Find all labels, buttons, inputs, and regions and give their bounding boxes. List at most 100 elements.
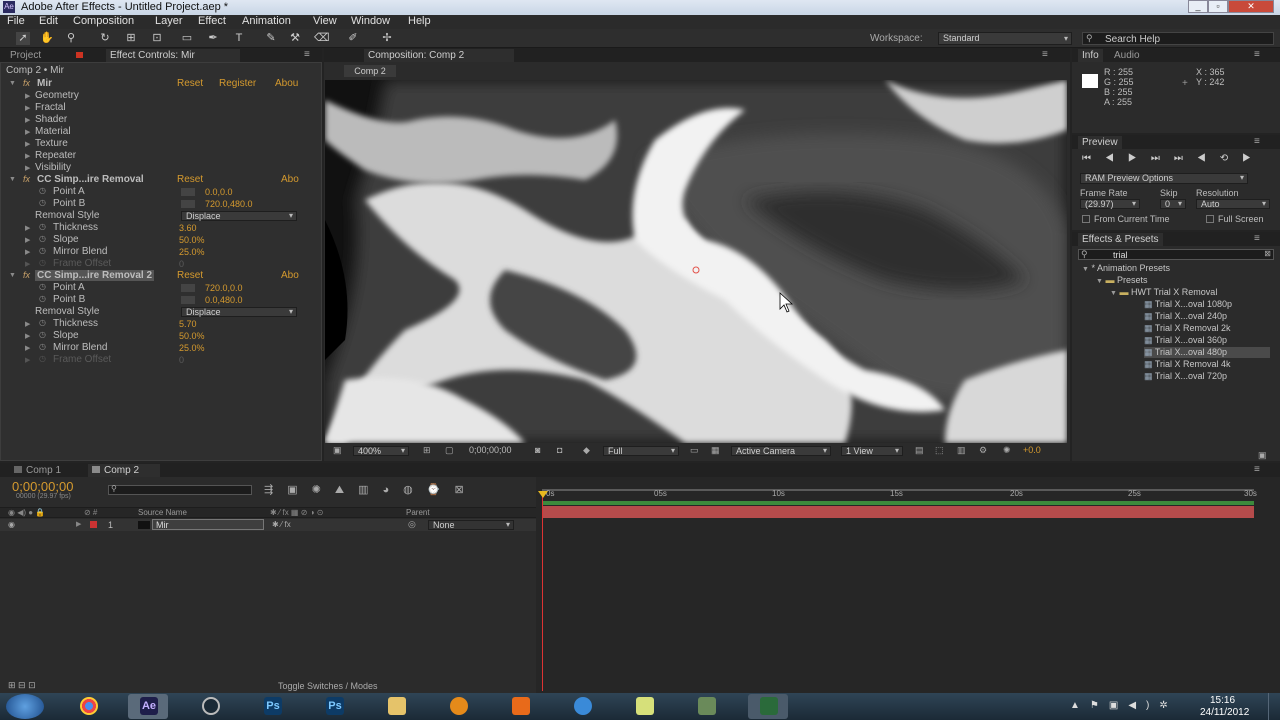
rotate-tool-icon[interactable]: ↻ xyxy=(98,32,112,45)
expand-frame-offset-icon[interactable]: ▶ xyxy=(25,356,30,364)
skip-select[interactable]: 0 xyxy=(1160,199,1186,209)
slope-value[interactable]: 50.0% xyxy=(179,331,205,341)
stopwatch-icon[interactable]: ◷ xyxy=(39,222,46,231)
hand-tool-icon[interactable]: ✋ xyxy=(40,32,54,45)
camera-view-select[interactable]: Active Camera xyxy=(731,446,831,456)
menu-help[interactable]: Help xyxy=(408,15,431,27)
live-update-icon[interactable]: ▣ xyxy=(287,484,311,496)
menu-window[interactable]: Window xyxy=(351,15,390,27)
show-desktop-button[interactable] xyxy=(1268,693,1280,720)
mirror-blend-value[interactable]: 25.0% xyxy=(179,343,205,353)
hide-shy-icon[interactable]: ⛰ xyxy=(335,484,358,496)
expand-mirror-blend-icon[interactable]: ▶ xyxy=(25,344,30,352)
panel-menu-icon[interactable]: ≡ xyxy=(1254,136,1260,147)
group-visibility[interactable]: Visibility xyxy=(35,162,71,173)
group-shader[interactable]: Shader xyxy=(35,114,67,125)
taskbar-explorer[interactable] xyxy=(376,694,416,719)
stopwatch-icon[interactable]: ◷ xyxy=(39,318,46,327)
taskbar-mail[interactable] xyxy=(500,694,540,719)
close-button[interactable]: ✕ xyxy=(1228,0,1274,13)
stopwatch-icon[interactable]: ◷ xyxy=(39,282,46,291)
prev-frame-icon[interactable]: ◀ xyxy=(1105,153,1128,164)
expand-layer-icon[interactable]: ▶ xyxy=(76,520,81,528)
menu-layer[interactable]: Layer xyxy=(155,15,183,27)
tree-presets[interactable]: ▼ ▬ Presets xyxy=(1096,275,1147,285)
taskbar-chrome[interactable] xyxy=(68,694,108,719)
flag-icon[interactable]: ⚑ xyxy=(1090,700,1109,711)
workspace-select[interactable]: Standard xyxy=(938,32,1072,45)
expand-thickness-icon[interactable]: ▶ xyxy=(25,320,30,328)
thickness-value[interactable]: 3.60 xyxy=(179,223,197,233)
expand-slope-icon[interactable]: ▶ xyxy=(25,236,30,244)
collapse-removal1-icon[interactable]: ▼ xyxy=(9,176,16,183)
composition-viewer[interactable] xyxy=(325,80,1067,443)
expand-repeater-icon[interactable]: ▶ xyxy=(25,152,30,160)
tree-preset-item[interactable]: ▦ Trial X...oval 360p xyxy=(1144,335,1227,346)
auto-keyframe-icon[interactable]: ⊠ xyxy=(454,484,477,496)
taskbar-photoshop-2[interactable]: Ps xyxy=(314,694,354,719)
taskbar-media-player[interactable] xyxy=(438,694,478,719)
collapse-mir-icon[interactable]: ▼ xyxy=(9,80,16,87)
removal1-about-link[interactable]: Abo xyxy=(281,174,299,185)
mir-reset-link[interactable]: Reset xyxy=(177,78,203,89)
flowchart-icon[interactable]: ⚙ xyxy=(979,445,987,456)
next-frame-icon[interactable]: ⏭ xyxy=(1151,153,1174,164)
layer-name-field[interactable]: Mir xyxy=(152,519,264,530)
pen-tool-icon[interactable]: ✒ xyxy=(206,32,220,45)
playhead-line[interactable] xyxy=(542,491,543,691)
stopwatch-icon[interactable]: ◷ xyxy=(39,330,46,339)
grid-icon[interactable]: ⊞ xyxy=(423,445,431,456)
stopwatch-icon[interactable]: ◷ xyxy=(39,234,46,243)
group-material[interactable]: Material xyxy=(35,126,71,137)
audio-icon[interactable]: ◀ xyxy=(1197,153,1220,164)
exposure-value[interactable]: +0.0 xyxy=(1023,445,1041,456)
playhead-icon[interactable] xyxy=(538,491,548,498)
tree-hwt-folder[interactable]: ▼ ▬ HWT Trial X Removal xyxy=(1110,287,1217,297)
stopwatch-icon[interactable]: ◷ xyxy=(39,246,46,255)
toggle-switches-modes[interactable]: Toggle Switches / Modes xyxy=(278,681,378,691)
taskbar-sticky-notes[interactable] xyxy=(624,694,664,719)
menu-animation[interactable]: Animation xyxy=(242,15,291,27)
tab-project[interactable]: Project xyxy=(6,49,45,62)
clone-stamp-tool-icon[interactable]: ⚒ xyxy=(288,32,302,45)
group-geometry[interactable]: Geometry xyxy=(35,90,79,101)
taskbar-excel[interactable] xyxy=(748,694,788,719)
taskbar-after-effects[interactable]: Ae xyxy=(128,694,168,719)
panel-menu-icon[interactable]: ≡ xyxy=(1254,49,1260,60)
menu-edit[interactable]: Edit xyxy=(39,15,58,27)
expand-slope-icon[interactable]: ▶ xyxy=(25,332,30,340)
menu-view[interactable]: View xyxy=(313,15,337,27)
crosshair-icon[interactable] xyxy=(181,284,195,292)
play-icon[interactable]: ▶ xyxy=(1128,153,1151,164)
menu-composition[interactable]: Composition xyxy=(73,15,134,27)
effects-search-field[interactable]: ⚲ trial ⊠ xyxy=(1078,249,1274,260)
zoom-tool-icon[interactable]: ⚲ xyxy=(64,32,78,45)
clear-search-icon[interactable]: ⊠ xyxy=(1264,249,1271,258)
tab-effect-controls[interactable]: Effect Controls: Mir xyxy=(106,49,240,62)
mir-about-link[interactable]: Abou xyxy=(275,78,298,89)
timeline-search-field[interactable]: ⚲ xyxy=(108,484,252,495)
label-color-swatch[interactable] xyxy=(90,521,97,528)
panel-menu-icon[interactable]: ≡ xyxy=(1042,49,1048,60)
crosshair-icon[interactable] xyxy=(181,200,195,208)
tab-info[interactable]: Info xyxy=(1078,49,1103,62)
channel-icon[interactable]: ◆ xyxy=(583,445,590,456)
safe-margins-icon[interactable]: ▢ xyxy=(445,445,454,456)
expand-material-icon[interactable]: ▶ xyxy=(25,128,30,136)
stopwatch-icon[interactable]: ◷ xyxy=(39,342,46,351)
stopwatch-icon[interactable]: ◷ xyxy=(39,186,46,195)
comp-mini-flowchart-icon[interactable]: ⇶ xyxy=(264,484,287,496)
tree-preset-item[interactable]: ▦ Trial X...oval 240p xyxy=(1144,311,1227,322)
view-layout-select[interactable]: 1 View xyxy=(841,446,903,456)
time-graph[interactable]: 0s 05s 10s 15s 20s 25s 30s xyxy=(538,477,1280,693)
expand-geometry-icon[interactable]: ▶ xyxy=(25,92,30,100)
group-texture[interactable]: Texture xyxy=(35,138,68,149)
menu-effect[interactable]: Effect xyxy=(198,15,226,27)
taskbar-itunes[interactable] xyxy=(562,694,602,719)
rectangle-tool-icon[interactable]: ▭ xyxy=(180,32,194,45)
pan-behind-tool-icon[interactable]: ⊡ xyxy=(150,32,164,45)
draft-3d-icon[interactable]: ✺ xyxy=(312,484,335,496)
bluetooth-icon[interactable]: ✲ xyxy=(1159,700,1177,711)
crosshair-icon[interactable] xyxy=(181,296,195,304)
show-snapshot-icon[interactable]: ◘ xyxy=(557,445,562,456)
